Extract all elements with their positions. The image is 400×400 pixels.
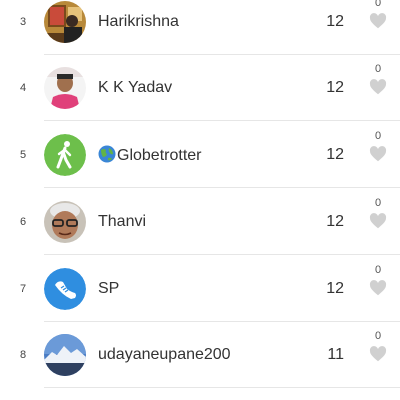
user-score: 12 xyxy=(326,213,344,230)
user-name: Thanvi xyxy=(98,213,147,230)
rank-number: 4 xyxy=(19,82,27,94)
like-button[interactable]: 0 xyxy=(368,197,388,245)
leaderboard-row[interactable]: 4 K K Yadav 12 0 xyxy=(0,55,400,121)
user-score: 11 xyxy=(327,346,344,363)
rank-number: 6 xyxy=(19,216,27,228)
rank-number: 7 xyxy=(19,283,27,295)
row-divider xyxy=(44,254,400,255)
walking-person-icon[interactable] xyxy=(44,134,86,176)
user-avatar[interactable] xyxy=(44,67,86,109)
heart-icon xyxy=(369,146,387,162)
user-name: SP xyxy=(98,280,120,297)
user-score: 12 xyxy=(326,13,344,30)
globe-emoji-icon xyxy=(98,145,116,163)
user-score: 12 xyxy=(326,280,344,297)
user-avatar[interactable] xyxy=(44,201,86,243)
row-divider xyxy=(44,120,400,121)
user-score: 12 xyxy=(326,79,344,96)
like-count: 0 xyxy=(374,197,382,209)
leaderboard-row[interactable]: 3 Harikrishna 12 0 xyxy=(0,0,400,55)
user-avatar[interactable] xyxy=(44,334,86,376)
user-name-text: Globetrotter xyxy=(117,147,202,164)
leaderboard-row[interactable]: 7 SP 12 0 xyxy=(0,256,400,322)
leaderboard-row[interactable]: 5 Globetrotter 12 0 xyxy=(0,122,400,188)
leaderboard-list: 3 Harikrishna 12 0 4 K K Yadav 12 0 5 Gl… xyxy=(0,0,400,400)
heart-icon xyxy=(369,213,387,229)
like-count: 0 xyxy=(374,63,382,75)
like-button[interactable]: 0 xyxy=(368,330,388,378)
like-count: 0 xyxy=(374,0,382,9)
shoe-icon[interactable] xyxy=(44,268,86,310)
leaderboard-row[interactable]: 8 udayaneupane200 11 0 xyxy=(0,322,400,388)
like-button[interactable]: 0 xyxy=(368,63,388,111)
row-divider xyxy=(44,187,400,188)
user-name: udayaneupane200 xyxy=(98,346,231,363)
row-divider xyxy=(44,387,400,388)
like-button[interactable]: 0 xyxy=(368,264,388,312)
like-button[interactable]: 0 xyxy=(368,130,388,178)
like-count: 0 xyxy=(374,130,382,142)
heart-icon xyxy=(369,13,387,29)
heart-icon xyxy=(369,346,387,362)
user-name: Harikrishna xyxy=(98,13,179,30)
leaderboard-row[interactable]: 6 Thanvi 12 0 xyxy=(0,189,400,255)
user-name: K K Yadav xyxy=(98,79,173,96)
user-avatar[interactable] xyxy=(44,1,86,43)
like-count: 0 xyxy=(374,330,382,342)
like-count: 0 xyxy=(374,264,382,276)
heart-icon xyxy=(369,280,387,296)
heart-icon xyxy=(369,79,387,95)
rank-number: 3 xyxy=(19,16,27,28)
rank-number: 5 xyxy=(19,149,27,161)
like-button[interactable]: 0 xyxy=(368,0,388,45)
user-score: 12 xyxy=(326,146,344,163)
user-name: Globetrotter xyxy=(98,145,201,165)
rank-number: 8 xyxy=(19,349,27,361)
